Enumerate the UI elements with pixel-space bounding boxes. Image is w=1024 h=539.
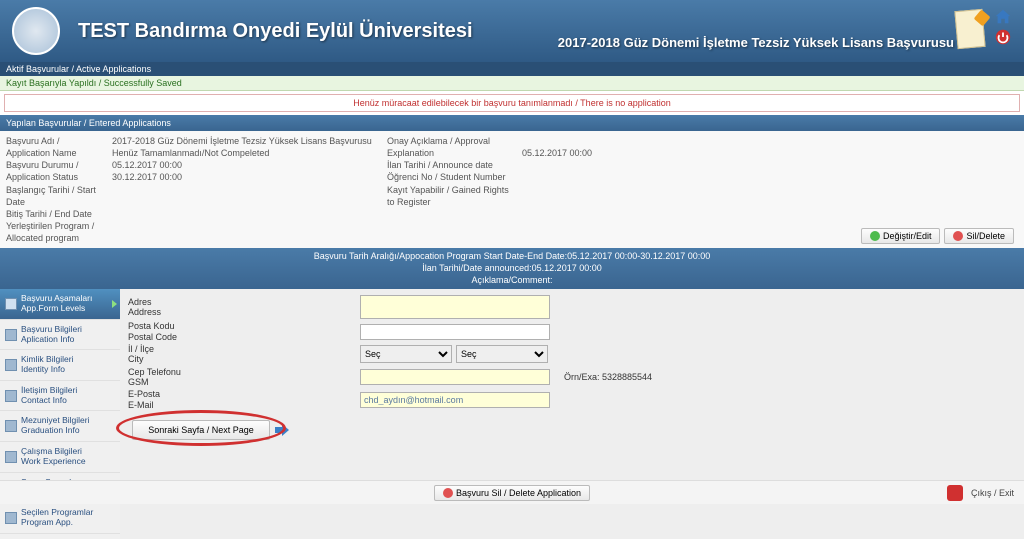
home-icon[interactable]: [994, 8, 1012, 26]
label-start-date: Başlangıç Tarihi / Start Date: [6, 184, 100, 208]
gsm-input[interactable]: [360, 369, 550, 385]
notepad-icon: [954, 9, 985, 49]
header-subtitle: 2017-2018 Güz Dönemi İşletme Tezsiz Yüks…: [558, 35, 954, 50]
info-strip: Başvuru Tarih Aralığı/Appocation Program…: [0, 248, 1024, 289]
delete-application-button[interactable]: Başvuru Sil / Delete Application: [434, 485, 590, 501]
label-end-date: Bitiş Tarihi / End Date: [6, 208, 100, 220]
label-postal: Posta KoduPostal Code: [128, 321, 360, 342]
levels-icon: [5, 298, 17, 310]
value-end-date: 30.12.2017 00:00: [112, 171, 375, 183]
label-app-status: Başvuru Durumu / Application Status: [6, 159, 100, 183]
edit-button[interactable]: Değiştir/Edit: [861, 228, 941, 244]
sidebar-item-graduation[interactable]: Mezuniyet BilgileriGraduation Info: [0, 411, 120, 442]
section-header-entered: Yapılan Başvurular / Entered Application…: [0, 115, 1024, 131]
email-input[interactable]: [360, 392, 550, 408]
label-gsm: Cep TelefonuGSM: [128, 367, 360, 388]
status-success: Kayıt Başarıyla Yapıldı / Successfully S…: [0, 76, 1024, 91]
label-address: AdresAddress: [128, 297, 360, 318]
next-arrow-icon: [273, 423, 289, 437]
sidebar-item-identity[interactable]: Kimlik BilgileriIdentity Info: [0, 350, 120, 381]
breadcrumb: Aktif Başvurular / Active Applications: [0, 62, 1024, 76]
status-warning: Henüz müracaat edilebilecek bir başvuru …: [4, 94, 1020, 112]
value-start-date: 05.12.2017 00:00: [112, 159, 375, 171]
program-icon: [5, 512, 17, 524]
application-details: Başvuru Adı / Application Name Başvuru D…: [0, 131, 1024, 248]
value-app-name: 2017-2018 Güz Dönemi İşletme Tezsiz Yüks…: [112, 135, 375, 147]
value-announce: 05.12.2017 00:00: [522, 147, 690, 159]
label-announce: İlan Tarihi / Announce date: [387, 159, 510, 171]
label-email: E-PostaE-Mail: [128, 389, 360, 410]
sidebar-item-levels[interactable]: Başvuru AşamalarıApp.Form Levels: [0, 289, 120, 320]
delete-app-icon: [443, 488, 453, 498]
label-city: İl / İlçeCity: [128, 344, 360, 365]
university-logo: [12, 7, 60, 55]
sidebar-item-application-info[interactable]: Başvuru BilgileriAplication Info: [0, 320, 120, 351]
value-app-status: Henüz Tamamlanmadı/Not Compeleted: [112, 147, 375, 159]
sidebar-item-work[interactable]: Çalışma BilgileriWork Experience: [0, 442, 120, 473]
app-header: TEST Bandırma Onyedi Eylül Üniversitesi …: [0, 0, 1024, 62]
postal-input[interactable]: [360, 324, 550, 340]
footer-bar: Başvuru Sil / Delete Application Çıkış /…: [0, 480, 1024, 504]
sidebar-item-contact[interactable]: İletişim BilgileriContact Info: [0, 381, 120, 412]
contact-icon: [5, 390, 17, 402]
next-page-button[interactable]: Sonraki Sayfa / Next Page: [132, 420, 270, 440]
label-allocated: Yerleştirilen Program / Allocated progra…: [6, 220, 100, 244]
work-icon: [5, 451, 17, 463]
sidebar-item-programs[interactable]: Seçilen ProgramlarProgram App.: [0, 503, 120, 534]
identity-icon: [5, 359, 17, 371]
application-icon: [5, 329, 17, 341]
delete-button[interactable]: Sil/Delete: [944, 228, 1014, 244]
label-app-name: Başvuru Adı / Application Name: [6, 135, 100, 159]
gsm-example: Örn/Exa: 5328885544: [564, 372, 652, 382]
power-icon[interactable]: [994, 28, 1012, 46]
district-select[interactable]: Seç: [456, 345, 548, 363]
label-student-no: Öğrenci No / Student Number: [387, 171, 510, 183]
edit-icon: [870, 231, 880, 241]
province-select[interactable]: Seç: [360, 345, 452, 363]
label-approval: Onay Açıklama / Approval Explanation: [387, 135, 510, 159]
exit-link[interactable]: Çıkış / Exit: [971, 488, 1014, 498]
delete-icon: [953, 231, 963, 241]
stop-icon[interactable]: [947, 485, 963, 501]
graduation-icon: [5, 420, 17, 432]
label-gained-rights: Kayıt Yapabilir / Gained Rights to Regis…: [387, 184, 510, 208]
header-title: TEST Bandırma Onyedi Eylül Üniversitesi: [78, 20, 473, 43]
address-input[interactable]: [360, 295, 550, 319]
